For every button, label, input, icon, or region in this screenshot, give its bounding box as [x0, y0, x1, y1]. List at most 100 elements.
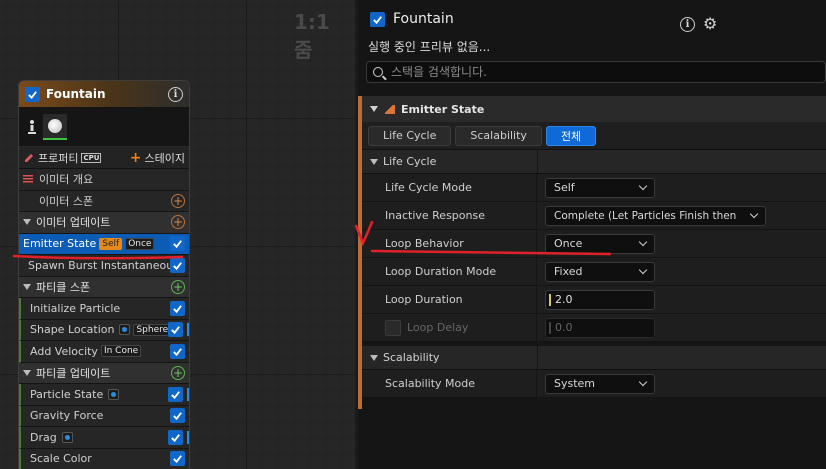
- emitter-state-module[interactable]: Emitter State Self Once: [19, 233, 189, 255]
- row-label: Drag: [30, 430, 57, 444]
- dynamic-input-icon[interactable]: [61, 431, 73, 443]
- collapse-triangle-icon[interactable]: [23, 369, 31, 376]
- check-icon: [373, 15, 382, 24]
- initialize-particle-module[interactable]: Initialize Particle: [19, 298, 189, 320]
- sprite-renderer-thumbnail[interactable]: [43, 113, 67, 140]
- collapse-triangle-icon[interactable]: [23, 219, 31, 226]
- loop-duration-input[interactable]: 2.0: [545, 289, 655, 310]
- loop-behavior-dropdown[interactable]: Once: [545, 233, 655, 254]
- add-stage-button[interactable]: + 스테이지: [130, 150, 185, 166]
- shape-location-module[interactable]: Shape Location Sphere: [19, 319, 189, 341]
- life-cycle-category[interactable]: Life Cycle: [362, 150, 826, 174]
- tab-all[interactable]: 전체: [545, 125, 597, 146]
- module-enabled-checkbox[interactable]: [168, 322, 183, 338]
- search-input[interactable]: [391, 65, 791, 79]
- spawn-burst-module[interactable]: Spawn Burst Instantaneous: [19, 255, 189, 277]
- gear-icon[interactable]: ⚙: [703, 16, 717, 32]
- stack-search-box[interactable]: [366, 61, 826, 83]
- scale-color-module[interactable]: Scale Color: [19, 448, 189, 469]
- property-label: Loop Duration Mode: [362, 258, 537, 285]
- node-header[interactable]: Fountain i: [19, 81, 189, 107]
- particle-update-section[interactable]: 파티클 업데이트 +: [19, 362, 189, 384]
- section-header[interactable]: Emitter State: [362, 96, 826, 122]
- row-label: Spawn Burst Instantaneous: [28, 258, 179, 272]
- check-icon: [28, 90, 37, 99]
- scalability-mode-row: Scalability Mode System: [362, 370, 826, 398]
- preview-status-text: 실행 중인 프리뷰 없음...: [368, 40, 491, 54]
- module-enabled-checkbox[interactable]: [170, 257, 185, 273]
- emitter-enabled-checkbox[interactable]: [370, 11, 385, 27]
- life-cycle-mode-dropdown[interactable]: Self: [545, 177, 655, 198]
- dropdown-value: Once: [554, 237, 583, 250]
- collapse-triangle-icon[interactable]: [23, 283, 31, 290]
- properties-button[interactable]: 프로퍼티 CPU: [23, 150, 102, 166]
- property-label: Loop Behavior: [362, 230, 537, 257]
- emitter-update-section[interactable]: 이미터 업데이트 +: [19, 212, 189, 234]
- add-module-icon[interactable]: +: [171, 215, 185, 230]
- tab-life-cycle[interactable]: Life Cycle: [368, 125, 452, 146]
- module-icon: [385, 104, 395, 114]
- module-enabled-checkbox[interactable]: [170, 300, 185, 316]
- add-module-icon[interactable]: +: [171, 193, 185, 208]
- inactive-response-dropdown[interactable]: Complete (Let Particles Finish then: [545, 205, 766, 226]
- module-color-bar: [187, 430, 189, 444]
- row-label: Emitter State: [23, 237, 97, 251]
- add-module-icon[interactable]: +: [171, 279, 185, 294]
- details-title: Fountain: [393, 11, 454, 27]
- scalability-mode-dropdown[interactable]: System: [545, 373, 655, 394]
- module-enabled-checkbox[interactable]: [170, 236, 185, 252]
- cpu-badge: CPU: [81, 152, 102, 163]
- inactive-response-row: Inactive Response Complete (Let Particle…: [362, 202, 826, 230]
- loop-tag: Once: [125, 237, 155, 250]
- scalability-category[interactable]: Scalability: [362, 346, 826, 370]
- row-label: Shape Location: [30, 323, 115, 337]
- emitter-state-panel: Emitter State Life Cycle Scalability 전체 …: [358, 96, 826, 409]
- module-enabled-checkbox[interactable]: [170, 408, 185, 424]
- module-enabled-checkbox[interactable]: [168, 429, 183, 445]
- row-label: 이미터 스폰: [39, 194, 94, 208]
- dropdown-value: Fixed: [554, 265, 583, 278]
- module-enabled-checkbox[interactable]: [170, 343, 185, 359]
- particle-spawn-section[interactable]: 파티클 스폰 +: [19, 276, 189, 298]
- node-thumbnails: [19, 107, 189, 147]
- spawn-figure-icon[interactable]: [25, 115, 39, 139]
- emitter-node[interactable]: Fountain i 프로퍼티 CPU + 스테이지 이미터 개요 이미터 스폰…: [18, 80, 190, 469]
- collapse-triangle-icon[interactable]: [370, 158, 378, 165]
- emitter-spawn-row[interactable]: 이미터 스폰 +: [19, 190, 189, 212]
- loop-behavior-row: Loop Behavior Once: [362, 230, 826, 258]
- category-label: Life Cycle: [383, 155, 437, 168]
- chevron-down-icon: [638, 377, 648, 386]
- particle-state-module[interactable]: Particle State: [19, 384, 189, 406]
- collapse-triangle-icon[interactable]: [370, 106, 378, 112]
- section-title: Emitter State: [401, 102, 485, 116]
- loop-duration-row: Loop Duration 2.0: [362, 286, 826, 314]
- row-label: 이미터 개요: [39, 173, 94, 187]
- loop-delay-enable-checkbox[interactable]: [385, 319, 401, 336]
- module-enabled-checkbox[interactable]: [170, 451, 185, 467]
- property-label: Loop Duration: [362, 286, 537, 313]
- add-velocity-module[interactable]: Add Velocity In Cone: [19, 341, 189, 363]
- loop-duration-mode-dropdown[interactable]: Fixed: [545, 261, 655, 282]
- module-enabled-checkbox[interactable]: [168, 386, 183, 402]
- emitter-enabled-checkbox[interactable]: [25, 86, 40, 102]
- info-icon[interactable]: i: [168, 86, 183, 102]
- dropdown-value: Complete (Let Particles Finish then: [554, 209, 737, 222]
- add-module-icon[interactable]: +: [171, 365, 185, 380]
- row-label: Add Velocity: [30, 344, 98, 358]
- header-icons: i ⚙: [680, 16, 717, 32]
- emitter-summary-row[interactable]: 이미터 개요: [19, 169, 189, 191]
- drag-module[interactable]: Drag: [19, 427, 189, 449]
- loop-delay-input[interactable]: 0.0: [545, 317, 655, 338]
- selection-details-panel: Fountain i ⚙ 실행 중인 프리뷰 없음... Emitter Sta…: [358, 0, 826, 469]
- properties-label: 프로퍼티: [38, 151, 79, 165]
- velocity-tag: In Cone: [100, 345, 142, 358]
- tab-scalability[interactable]: Scalability: [455, 125, 542, 146]
- emitter-graph-canvas[interactable]: 1:1 줌 Fountain i 프로퍼티 CPU + 스테이지 이미터 개요 …: [0, 0, 355, 469]
- info-icon[interactable]: i: [680, 16, 695, 32]
- gravity-force-module[interactable]: Gravity Force: [19, 405, 189, 427]
- dynamic-input-icon[interactable]: [119, 324, 131, 336]
- collapse-triangle-icon[interactable]: [370, 354, 378, 361]
- property-label: Inactive Response: [362, 202, 537, 229]
- dynamic-input-icon[interactable]: [108, 388, 120, 400]
- property-label: Scalability Mode: [362, 370, 537, 397]
